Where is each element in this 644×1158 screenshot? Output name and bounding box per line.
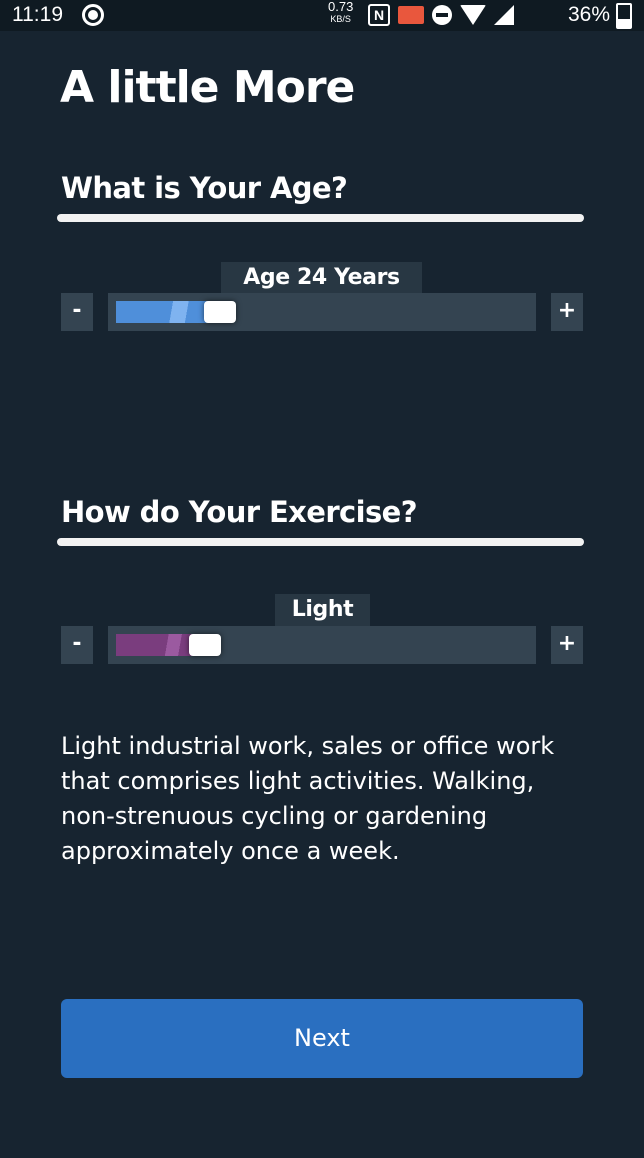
exercise-divider [57,538,584,546]
exercise-slider[interactable] [108,626,536,664]
dnd-icon [432,5,452,25]
network-speed-value: 0.73 [328,0,354,14]
battery-icon [616,3,632,29]
battery-percent: 36% [568,3,611,26]
exercise-description: Light industrial work, sales or office w… [61,732,555,865]
status-time: 11:19 [12,3,63,26]
exercise-slider-fill [116,634,200,656]
exercise-slider-label: Light [275,594,370,626]
age-slider-thumb[interactable] [204,301,236,323]
signal-icon [494,5,514,25]
exercise-section-title: How do Your Exercise? [61,495,418,529]
age-divider [57,214,584,222]
network-speed-unit: KB/S [330,14,351,24]
exercise-increment-button[interactable]: + [551,626,583,664]
cast-icon [398,6,424,24]
age-section-title: What is Your Age? [61,171,348,205]
status-icons: N [368,4,514,26]
next-button[interactable]: Next [61,999,583,1078]
nfc-icon: N [368,4,390,26]
status-bar: 11:19 0.73 KB/S N 36% [0,0,644,31]
age-slider-label: Age 24 Years Old [221,262,422,322]
age-increment-button[interactable]: + [551,293,583,331]
exercise-decrement-button[interactable]: - [61,626,93,664]
network-speed: 0.73 KB/S [328,0,354,25]
age-slider-fill [116,301,216,323]
record-icon [82,4,104,26]
exercise-slider-thumb[interactable] [189,634,221,656]
page-title: A little More [60,62,355,113]
age-decrement-button[interactable]: - [61,293,93,331]
age-slider[interactable] [108,293,536,331]
wifi-icon [460,5,486,25]
